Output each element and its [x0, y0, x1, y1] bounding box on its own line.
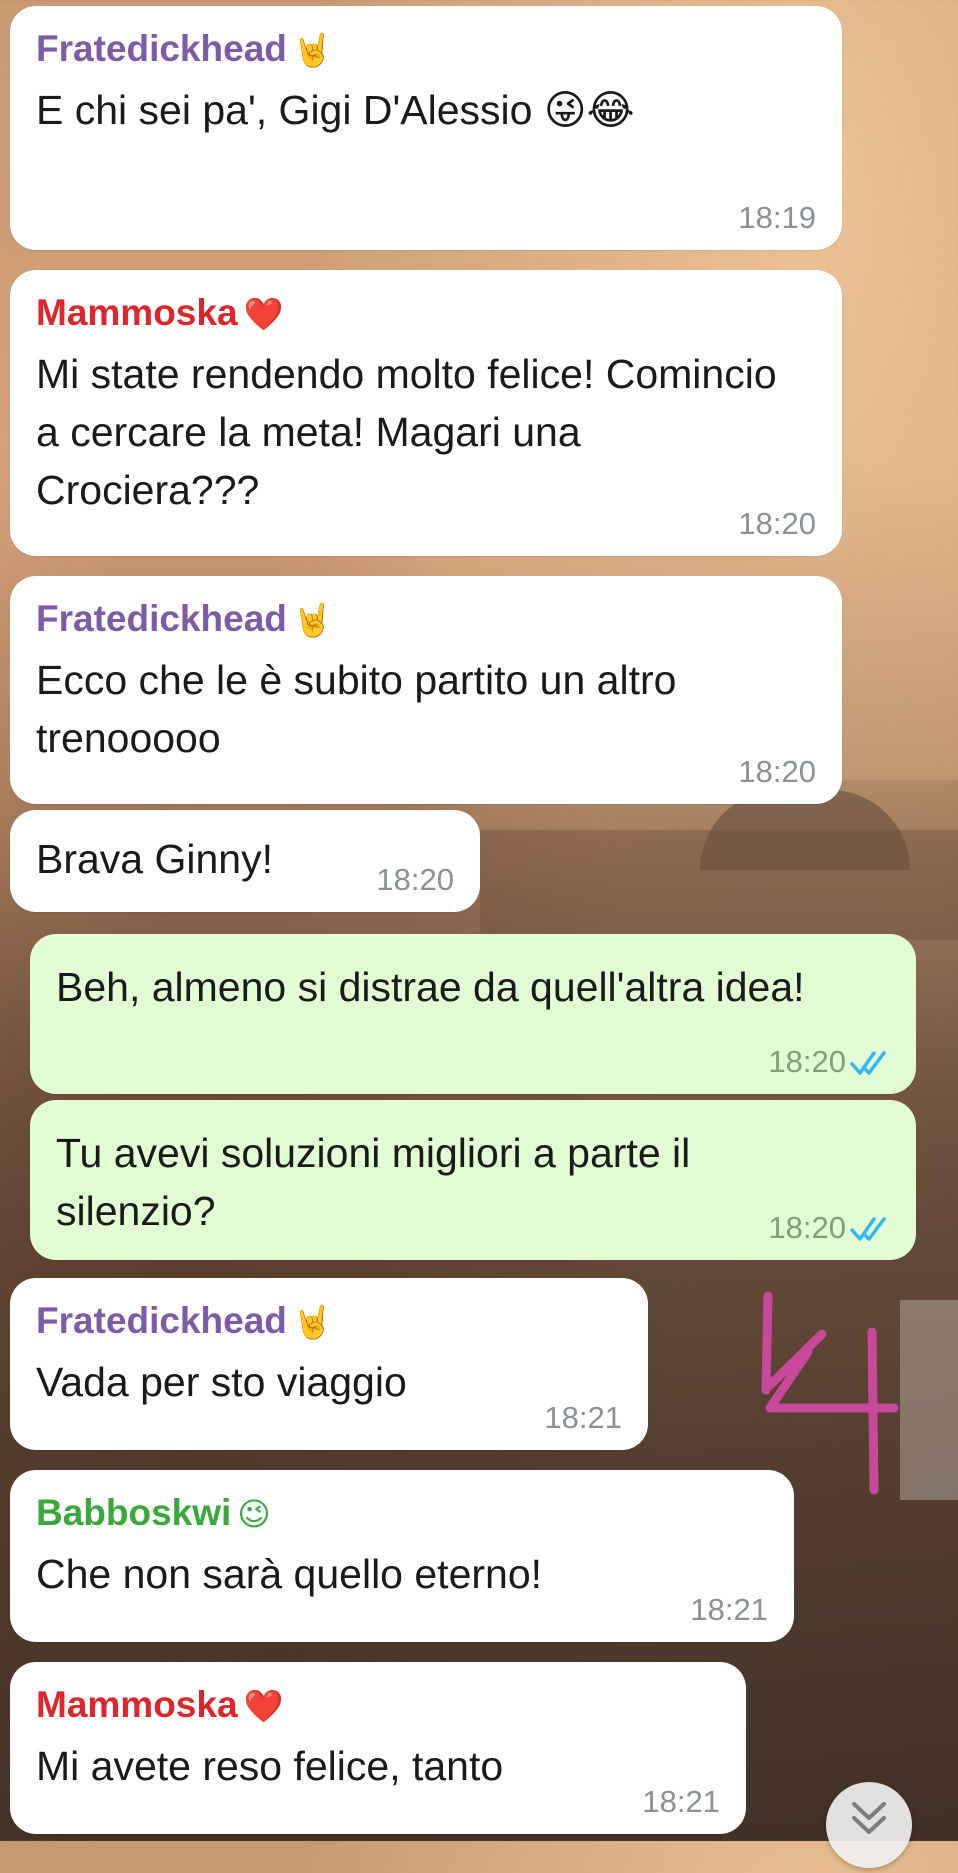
- double-check-icon: [850, 1051, 886, 1075]
- message-text: Che non sarà quello eterno!: [36, 1551, 543, 1597]
- message-time: 18:20: [768, 1044, 846, 1079]
- message-time: 18:20: [768, 1210, 846, 1245]
- handwritten-number-annotation: [761, 1291, 899, 1495]
- message-bubble[interactable]: Mammoska ❤️ Mi avete reso felice, tanto 1…: [10, 1662, 746, 1834]
- chevron-double-down-icon: [852, 1802, 886, 1834]
- heart-emoji: ❤️: [243, 1688, 284, 1724]
- message-bubble[interactable]: Mammoska ❤️ Mi state rendendo molto felic…: [10, 270, 842, 556]
- message-time: 18:21: [544, 1400, 622, 1435]
- rock-hand-emoji: 🤘: [292, 1304, 333, 1340]
- wink-emoji: 😉: [237, 1496, 271, 1532]
- heart-emoji: ❤️: [243, 296, 284, 332]
- message-time: 18:19: [738, 200, 816, 235]
- scroll-to-bottom-button[interactable]: [826, 1782, 912, 1868]
- wallpaper-tower: [900, 1300, 958, 1500]
- rock-hand-emoji: 🤘: [292, 32, 333, 68]
- message-time: 18:20: [738, 754, 816, 789]
- message-time: 18:20: [738, 506, 816, 541]
- sender-name[interactable]: Fratedickhead 🤘: [36, 598, 816, 641]
- wallpaper-building: [480, 830, 958, 940]
- outgoing-message-bubble[interactable]: Tu avevi soluzioni migliori a parte il s…: [30, 1100, 916, 1260]
- message-time: 18:20: [376, 862, 454, 897]
- message-time: 18:21: [642, 1784, 720, 1819]
- sender-name[interactable]: Fratedickhead 🤘: [36, 1300, 622, 1343]
- message-bubble[interactable]: Babboskwi 😉 Che non sarà quello eterno! 1…: [10, 1470, 794, 1642]
- message-text: Ecco che le è subito partito un altro tr…: [36, 657, 677, 761]
- message-text: Beh, almeno si distrae da quell'altra id…: [56, 964, 805, 1010]
- message-text: Tu avevi soluzioni migliori a parte il s…: [56, 1130, 691, 1234]
- rock-hand-emoji: 🤘: [292, 602, 333, 638]
- sender-name[interactable]: Mammoska ❤️: [36, 292, 816, 335]
- sender-name[interactable]: Babboskwi 😉: [36, 1492, 768, 1535]
- message-time: 18:21: [690, 1592, 768, 1627]
- message-bubble[interactable]: Fratedickhead 🤘 Ecco che le è subito part…: [10, 576, 842, 804]
- message-text: Mi state rendendo molto felice! Comincio…: [36, 351, 777, 513]
- message-bubble[interactable]: Fratedickhead 🤘 Vada per sto viaggio 18:2…: [10, 1278, 648, 1450]
- message-bubble[interactable]: Brava Ginny! 18:20: [10, 810, 480, 912]
- outgoing-message-bubble[interactable]: Beh, almeno si distrae da quell'altra id…: [30, 934, 916, 1094]
- sender-name[interactable]: Mammoska ❤️: [36, 1684, 720, 1727]
- sender-name[interactable]: Fratedickhead 🤘: [36, 28, 816, 71]
- message-text: E chi sei pa', Gigi D'Alessio 😜😂: [36, 87, 635, 133]
- message-text: Vada per sto viaggio: [36, 1359, 407, 1405]
- double-check-icon: [850, 1217, 886, 1241]
- message-text: Mi avete reso felice, tanto: [36, 1743, 504, 1789]
- message-bubble[interactable]: Fratedickhead 🤘 E chi sei pa', Gigi D'Ale…: [10, 6, 842, 250]
